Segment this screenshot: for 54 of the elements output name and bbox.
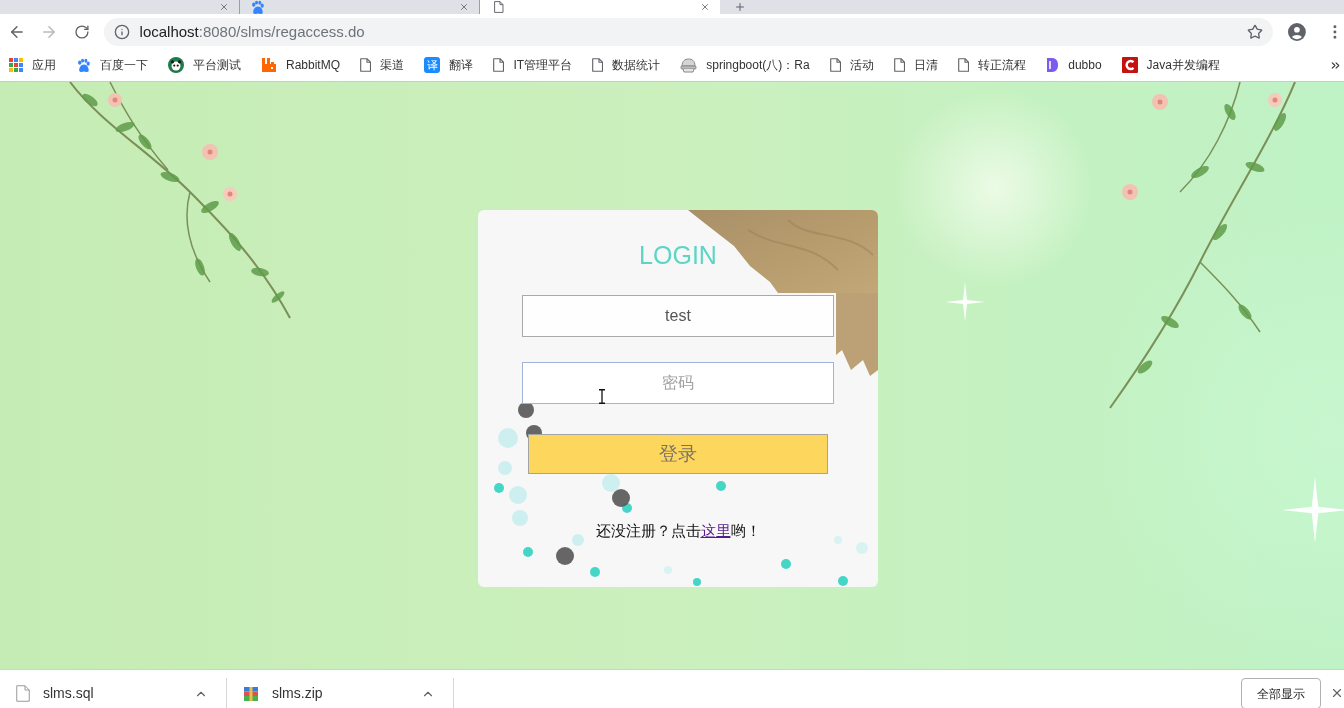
bookmark-link[interactable]: Java并发编程 bbox=[1146, 56, 1220, 74]
page-icon bbox=[360, 58, 372, 72]
bookmark-link[interactable]: 百度一下 bbox=[100, 56, 148, 74]
account-icon[interactable] bbox=[1288, 23, 1307, 41]
address-bar[interactable]: localhost:8080/slms/regaccess.do bbox=[103, 18, 1274, 46]
paw-icon bbox=[250, 0, 265, 15]
close-icon[interactable] bbox=[459, 2, 469, 12]
star-icon[interactable] bbox=[1247, 24, 1264, 40]
page-icon bbox=[958, 58, 970, 72]
panda-icon bbox=[168, 57, 184, 73]
bookmark-link[interactable]: 转正流程 bbox=[978, 56, 1027, 74]
cap-icon bbox=[680, 57, 698, 73]
paw-icon bbox=[76, 57, 91, 73]
page-icon bbox=[592, 58, 604, 72]
bookmark-link[interactable]: IT管理平台 bbox=[513, 56, 573, 74]
file-icon bbox=[16, 685, 30, 702]
bookmark-link[interactable]: 数据统计 bbox=[612, 56, 661, 74]
register-prompt: 还没注册？点击这里哟！ bbox=[595, 521, 761, 541]
download-file-name[interactable]: slms.zip bbox=[272, 683, 323, 704]
bookmark-link[interactable]: dubbo bbox=[1068, 56, 1102, 74]
page-icon bbox=[493, 58, 505, 72]
c-logo-icon bbox=[1121, 57, 1138, 73]
bookmark-link[interactable]: 活动 bbox=[849, 56, 874, 74]
login-button[interactable]: 登录 bbox=[528, 434, 828, 474]
bookmark-link[interactable]: 日清 bbox=[914, 56, 938, 74]
reload-icon[interactable] bbox=[73, 24, 90, 40]
bookmark-link[interactable]: 应用 bbox=[32, 56, 56, 74]
archive-icon bbox=[243, 685, 259, 702]
close-icon[interactable] bbox=[700, 2, 710, 12]
page-icon bbox=[893, 58, 905, 72]
close-icon[interactable] bbox=[1330, 686, 1344, 700]
bookmark-link[interactable]: 平台测试 bbox=[193, 56, 241, 74]
bookmark-link[interactable]: springboot(八)：Ra bbox=[706, 56, 810, 74]
password-field[interactable]: 密码 bbox=[522, 362, 834, 404]
close-icon[interactable] bbox=[219, 2, 229, 12]
bracket-logo-icon bbox=[1046, 57, 1060, 73]
new-tab-icon[interactable] bbox=[734, 1, 746, 13]
bookmark-link[interactable]: RabbitMQ bbox=[286, 56, 341, 74]
rabbit-logo-icon bbox=[261, 57, 277, 73]
bookmark-link[interactable]: 渠道 bbox=[380, 56, 405, 74]
page-icon bbox=[494, 1, 504, 13]
back-icon[interactable] bbox=[8, 23, 26, 41]
download-file-name[interactable]: slms.sql bbox=[43, 683, 94, 704]
text-cursor-icon bbox=[598, 389, 606, 404]
page-icon bbox=[829, 58, 841, 72]
register-link[interactable]: 这里 bbox=[700, 522, 731, 539]
username-field[interactable]: test bbox=[522, 295, 834, 337]
url-text: localhost:8080/slms/regaccess.do bbox=[139, 21, 365, 42]
login-title: LOGIN bbox=[639, 240, 717, 270]
show-all-button[interactable]: 全部显示 bbox=[1241, 678, 1321, 708]
translate-logo: 译 bbox=[424, 57, 441, 73]
info-icon bbox=[113, 24, 130, 40]
bookmark-link[interactable]: 翻译 bbox=[449, 56, 474, 74]
apps-grid-icon bbox=[9, 58, 23, 72]
